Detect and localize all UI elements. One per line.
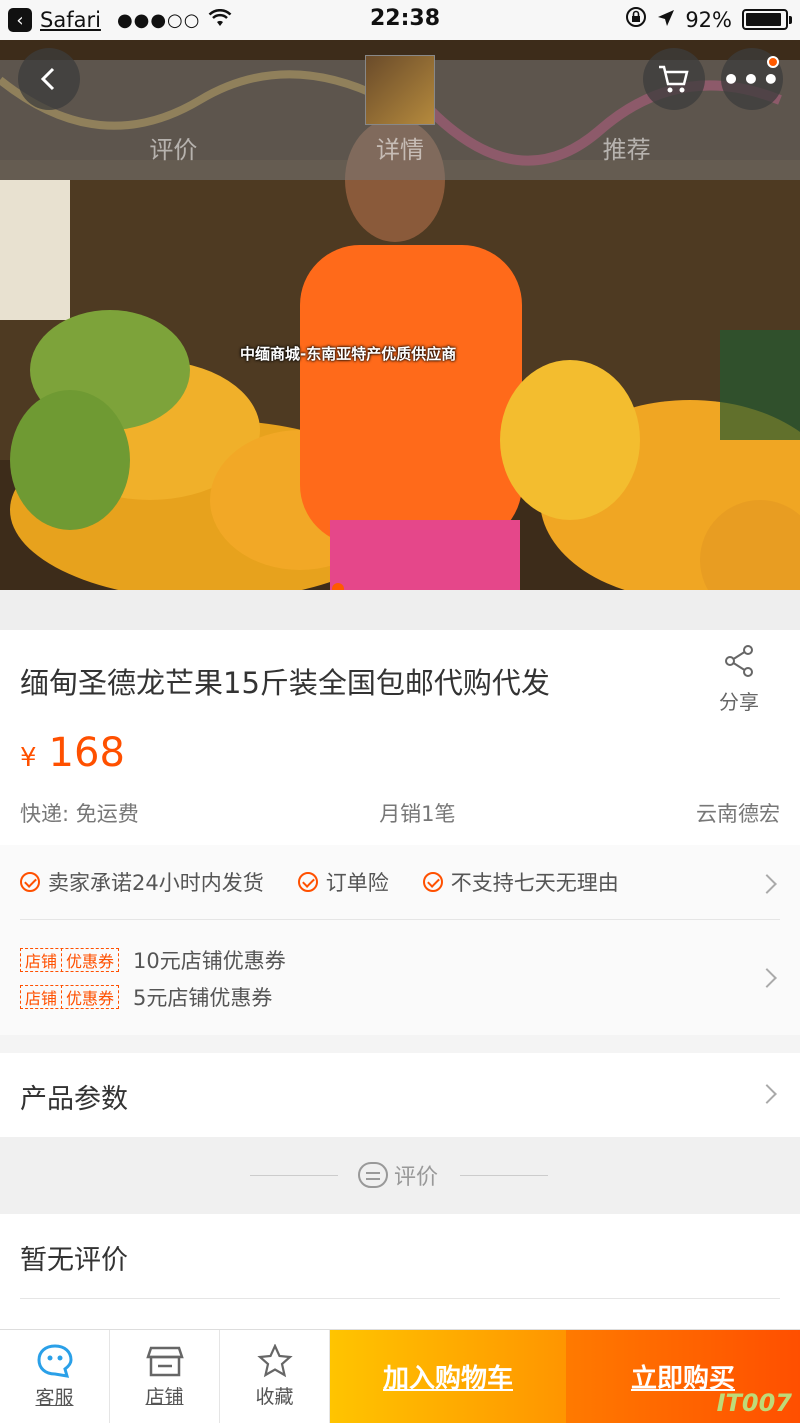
check-circle-icon bbox=[297, 872, 318, 892]
coupon-tag-shop: 店铺 bbox=[25, 989, 58, 1008]
product-meta-row: 快递: 免运费 月销1笔 云南德宏 bbox=[20, 798, 780, 828]
brand-watermark: IT007 bbox=[716, 1389, 792, 1417]
coupon-item[interactable]: 店铺 优惠券 5元店铺优惠券 bbox=[20, 982, 272, 1012]
tab-reviews[interactable]: 评价 bbox=[149, 130, 197, 165]
image-watermark: 中缅商城-东南亚特产优质供应商 bbox=[240, 345, 457, 363]
reviews-section-header: 评价 bbox=[0, 1137, 800, 1214]
status-bar: ‹ Safari ●●●○○ 22:38 92% bbox=[0, 0, 800, 40]
coupon-tag-coupon: 优惠券 bbox=[61, 985, 118, 1009]
service-and-coupons: 卖家承诺24小时内发货 订单险 不支持七天无理由 店铺 优惠券 10元店铺优惠券 … bbox=[0, 845, 800, 1035]
divider bbox=[20, 1298, 780, 1299]
divider bbox=[250, 1175, 338, 1176]
service-label: 客服 bbox=[35, 1387, 74, 1409]
more-button[interactable]: ••• bbox=[721, 48, 783, 110]
product-info-panel: 缅甸圣德龙芒果15斤装全国包邮代购代发 分享 ¥ 168 快递: 免运费 月销1… bbox=[0, 630, 800, 845]
favorite-label: 收藏 bbox=[255, 1386, 294, 1408]
notification-dot bbox=[767, 56, 779, 68]
chevron-right-icon[interactable] bbox=[757, 968, 777, 988]
share-button[interactable]: 分享 bbox=[712, 644, 766, 715]
chevron-right-icon bbox=[757, 1084, 777, 1104]
battery-icon bbox=[742, 9, 792, 30]
battery-level bbox=[746, 13, 781, 26]
favorite-button[interactable]: 收藏 bbox=[220, 1330, 330, 1423]
promise-label: 不支持七天无理由 bbox=[450, 871, 619, 895]
service-promises[interactable]: 卖家承诺24小时内发货 订单险 不支持七天无理由 bbox=[20, 867, 780, 897]
product-params-row[interactable]: 产品参数 bbox=[0, 1053, 800, 1137]
chevron-left-icon bbox=[40, 67, 55, 91]
coupon-label: 5元店铺优惠券 bbox=[133, 986, 273, 1010]
coupon-item[interactable]: 店铺 优惠券 10元店铺优惠券 bbox=[20, 945, 286, 975]
battery-percent: 92% bbox=[685, 7, 732, 32]
coupon-tag: 店铺 优惠券 bbox=[20, 985, 120, 1009]
promise-item: 卖家承诺24小时内发货 bbox=[20, 867, 264, 897]
bottom-action-bar: 客服 店铺 收藏 加入购物车 立即购买 IT007 bbox=[0, 1329, 800, 1423]
cart-button[interactable] bbox=[643, 48, 705, 110]
divider bbox=[20, 919, 780, 920]
tab-recommend[interactable]: 推荐 bbox=[603, 130, 651, 165]
customer-service-icon bbox=[36, 1344, 73, 1378]
price: ¥ 168 bbox=[20, 730, 125, 776]
back-to-app[interactable]: ‹ Safari bbox=[8, 8, 101, 32]
params-label: 产品参数 bbox=[20, 1084, 128, 1115]
customer-service-button[interactable]: 客服 bbox=[0, 1330, 110, 1423]
reviews-title: 评价 bbox=[394, 1165, 439, 1190]
cart-icon bbox=[659, 65, 689, 93]
section-tabs: 评价 详情 推荐 bbox=[0, 130, 800, 165]
add-to-cart-label: 加入购物车 bbox=[382, 1364, 513, 1394]
price-currency: ¥ bbox=[20, 743, 37, 773]
promise-item: 不支持七天无理由 bbox=[422, 867, 619, 897]
location-arrow-icon bbox=[657, 8, 675, 32]
shop-button[interactable]: 店铺 bbox=[110, 1330, 220, 1423]
check-circle-icon bbox=[20, 872, 40, 892]
carousel-indicator-active bbox=[332, 583, 344, 590]
coupon-label: 10元店铺优惠券 bbox=[133, 949, 286, 973]
tab-details[interactable]: 详情 bbox=[376, 130, 424, 165]
promise-label: 订单险 bbox=[325, 871, 389, 895]
back-arrow-icon: ‹ bbox=[8, 8, 32, 32]
share-icon bbox=[725, 645, 753, 677]
promise-item: 订单险 bbox=[297, 867, 389, 897]
star-icon bbox=[256, 1344, 293, 1378]
buy-now-button[interactable]: 立即购买 IT007 bbox=[566, 1330, 800, 1423]
wifi-icon bbox=[208, 8, 232, 32]
section-gap bbox=[0, 590, 800, 630]
comment-icon bbox=[358, 1162, 388, 1188]
coupon-tag: 店铺 优惠券 bbox=[20, 948, 120, 972]
product-title: 缅甸圣德龙芒果15斤装全国包邮代购代发 bbox=[20, 666, 550, 700]
reviews-list: 暂无评价 bbox=[0, 1214, 800, 1329]
orientation-lock-icon bbox=[625, 6, 647, 33]
monthly-sales: 月销1笔 bbox=[379, 802, 456, 826]
price-value: 168 bbox=[48, 730, 125, 776]
back-app-label: Safari bbox=[40, 8, 101, 32]
no-reviews-text: 暂无评价 bbox=[20, 1245, 128, 1276]
coupon-tag-shop: 店铺 bbox=[25, 952, 58, 971]
share-label: 分享 bbox=[719, 690, 759, 714]
promise-label: 卖家承诺24小时内发货 bbox=[48, 871, 264, 895]
clock: 22:38 bbox=[370, 6, 441, 31]
shipping-info: 快递: 免运费 bbox=[20, 802, 139, 826]
product-image-carousel[interactable]: 评价 详情 推荐 ••• 中缅商城-东南亚特产优质供应商 bbox=[0, 40, 800, 590]
product-thumbnail bbox=[365, 55, 435, 125]
shop-icon bbox=[145, 1346, 184, 1377]
coupon-tag-coupon: 优惠券 bbox=[61, 948, 118, 972]
divider bbox=[460, 1175, 548, 1176]
check-circle-icon bbox=[422, 872, 443, 892]
signal-strength-icon: ●●●○○ bbox=[116, 9, 201, 31]
ship-from-location: 云南德宏 bbox=[695, 802, 780, 826]
add-to-cart-button[interactable]: 加入购物车 bbox=[330, 1330, 566, 1423]
shop-label: 店铺 bbox=[145, 1386, 184, 1408]
back-button[interactable] bbox=[18, 48, 80, 110]
